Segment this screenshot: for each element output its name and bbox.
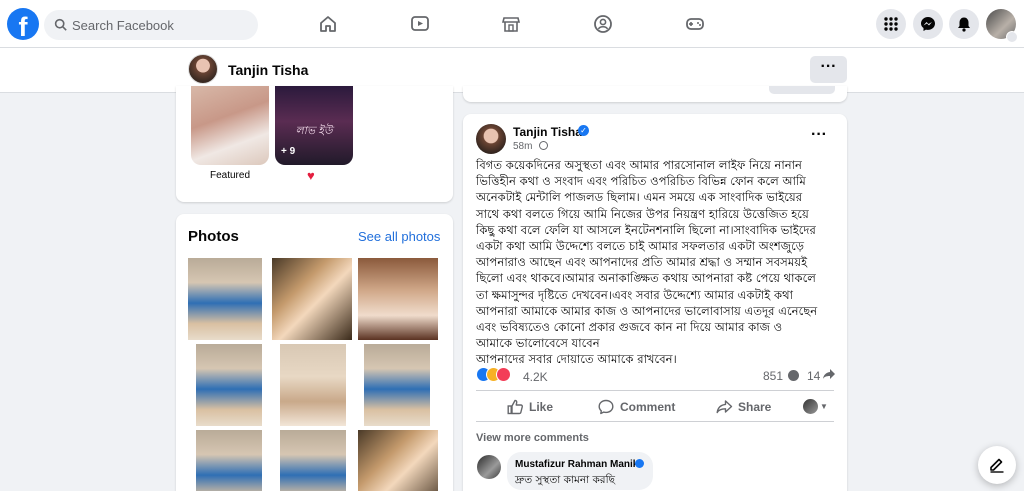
share-button[interactable]: Share (716, 397, 786, 417)
previous-post-button[interactable] (769, 86, 835, 94)
view-more-comments-link[interactable]: View more comments (476, 432, 589, 444)
search-input[interactable] (72, 10, 252, 40)
groups-icon[interactable] (593, 14, 613, 34)
comment-as-avatar[interactable] (803, 399, 818, 414)
like-button[interactable]: Like (507, 397, 567, 417)
notifications-button[interactable] (949, 9, 979, 39)
photo-thumbnail[interactable] (272, 258, 352, 340)
facebook-logo-icon[interactable]: f (7, 8, 39, 40)
photo-thumbnail[interactable] (280, 344, 346, 426)
photo-thumbnail[interactable] (358, 258, 438, 340)
account-caret-icon[interactable] (1006, 31, 1018, 43)
thumbs-up-icon (507, 399, 523, 415)
featured-label: Featured (209, 170, 251, 181)
photo-thumbnail[interactable] (196, 344, 262, 426)
chevron-down-icon[interactable]: ▼ (820, 402, 828, 411)
featured-count-badge: + 9 (281, 146, 296, 157)
like-label: Like (529, 400, 554, 414)
photo-thumbnail[interactable] (358, 430, 438, 491)
share-arrow-icon (823, 369, 835, 379)
profile-more-button[interactable]: ··· (810, 56, 847, 83)
gaming-icon[interactable] (685, 14, 705, 34)
photos-title: Photos (188, 228, 239, 245)
marketplace-icon[interactable] (501, 14, 521, 34)
commenter-avatar[interactable] (477, 455, 501, 479)
home-icon[interactable] (318, 14, 338, 34)
heart-icon: ♥ (307, 168, 315, 183)
messenger-icon (921, 17, 935, 31)
photo-thumbnail[interactable] (280, 430, 346, 491)
comment-bubble-icon (788, 370, 799, 381)
post-card: Tanjin Tisha ✓ 58m ··· বিগত কয়েকদিনের অ… (463, 114, 847, 491)
bell-icon (958, 17, 970, 32)
post-author-name[interactable]: Tanjin Tisha (513, 125, 582, 139)
compose-icon (990, 458, 1004, 473)
see-all-photos-link[interactable]: See all photos (358, 229, 440, 244)
search-box[interactable] (44, 10, 258, 40)
photo-thumbnail[interactable] (188, 258, 262, 340)
featured-story-text: লাভ ইউ (295, 125, 333, 137)
divider (476, 421, 834, 422)
commenter-name[interactable]: Mustafizur Rahman Manik (515, 459, 638, 470)
globe-icon (539, 141, 548, 150)
comment-count[interactable]: 851 (763, 369, 783, 383)
reaction-count[interactable]: 4.2K (523, 370, 548, 384)
comment-button[interactable]: Comment (598, 397, 688, 417)
photo-thumbnail[interactable] (196, 430, 262, 491)
verified-badge-icon (635, 459, 644, 468)
post-options-button[interactable]: ··· (811, 126, 827, 144)
new-message-button[interactable] (978, 446, 1016, 484)
profile-avatar[interactable] (188, 54, 218, 84)
menu-grid-icon (884, 17, 898, 31)
video-icon[interactable] (410, 14, 430, 34)
previous-post-card (463, 86, 847, 102)
featured-card: লাভ ইউ + 9 Featured ♥ (176, 86, 453, 202)
share-count[interactable]: 14 (807, 369, 820, 383)
comment-label: Comment (620, 400, 676, 414)
share-icon (716, 400, 733, 414)
comment-text: দ্রুত সুস্থতা কামনা করছি (515, 474, 615, 486)
menu-button[interactable] (876, 9, 906, 39)
comment-bubble: Mustafizur Rahman Manik দ্রুত সুস্থতা কা… (507, 452, 653, 490)
comment-icon (598, 399, 614, 415)
photo-thumbnail[interactable] (364, 344, 430, 426)
photos-card: Photos See all photos (176, 214, 453, 491)
post-timestamp[interactable]: 58m (513, 141, 532, 152)
profile-name[interactable]: Tanjin Tisha (228, 62, 308, 78)
messenger-button[interactable] (913, 9, 943, 39)
love-reaction-icon (496, 367, 511, 382)
post-author-avatar[interactable] (476, 124, 506, 154)
post-text: বিগত কয়েকদিনের অসুস্থতা এবং আমার পারসোন… (476, 158, 818, 367)
share-label: Share (738, 400, 772, 414)
featured-thumbnail[interactable] (191, 86, 269, 165)
top-navigation: f (0, 0, 1024, 48)
verified-badge-icon: ✓ (578, 125, 589, 136)
divider (476, 390, 834, 391)
search-icon (54, 18, 67, 31)
